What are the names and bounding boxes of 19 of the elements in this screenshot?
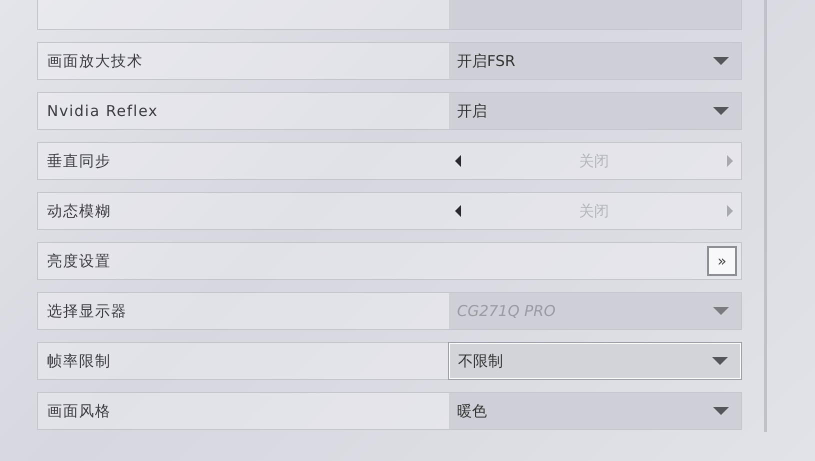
open-button[interactable]: » xyxy=(707,246,737,276)
setting-label: 画面放大技术 xyxy=(46,50,144,72)
dropdown-field[interactable]: 暖色 xyxy=(449,393,741,429)
scrollbar[interactable] xyxy=(764,0,767,432)
caret-icon xyxy=(713,407,729,415)
setting-label: 帧率限制 xyxy=(46,350,112,372)
setting-label: 亮度设置 xyxy=(46,250,112,272)
caret-icon xyxy=(713,307,729,315)
caret-icon xyxy=(712,357,728,365)
dropdown-field[interactable]: 开启 xyxy=(449,93,741,129)
dropdown-field[interactable]: 开启FSR xyxy=(449,43,741,79)
setting-label: 选择显示器 xyxy=(46,300,128,322)
dropdown-field[interactable]: 不限制 xyxy=(449,343,741,379)
caret-icon xyxy=(713,57,729,65)
caret-icon xyxy=(713,107,729,115)
setting-label: 垂直同步 xyxy=(46,150,112,172)
setting-label: Nvidia Reflex xyxy=(46,101,160,122)
setting-label: 画面风格 xyxy=(46,400,112,422)
setting-label: 动态模糊 xyxy=(46,200,112,222)
